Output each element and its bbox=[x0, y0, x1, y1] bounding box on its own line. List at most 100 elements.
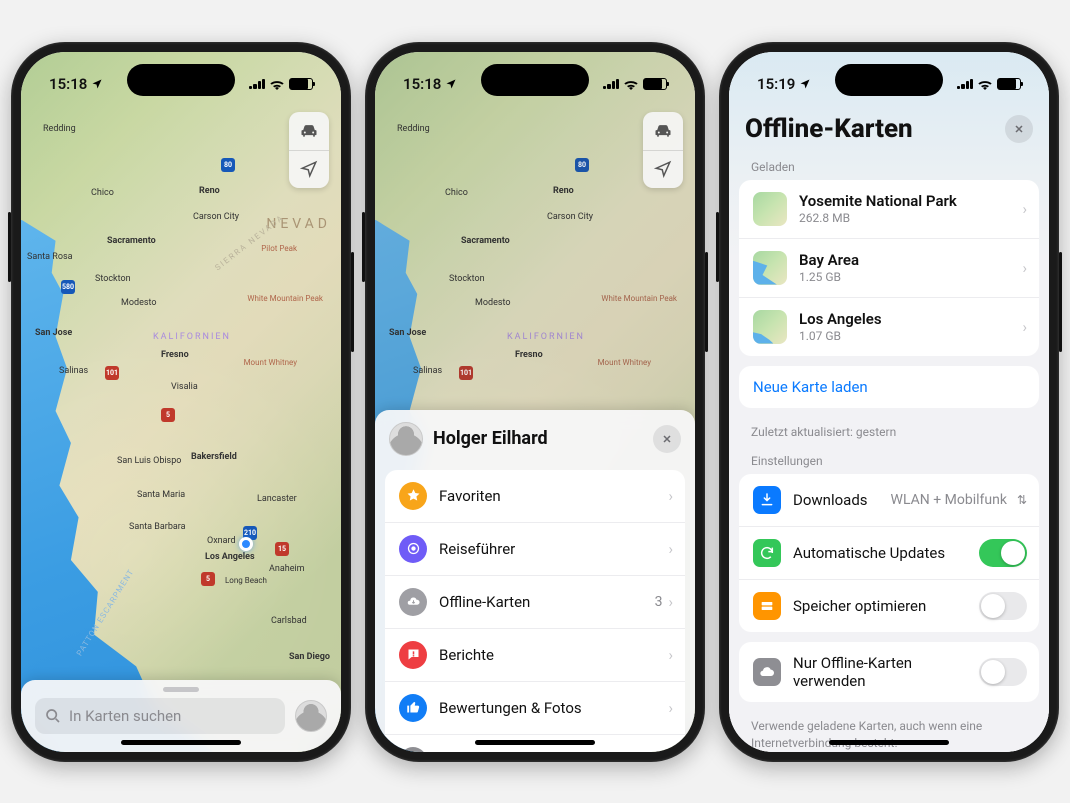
search-icon bbox=[45, 708, 61, 724]
car-icon bbox=[299, 121, 319, 141]
home-indicator[interactable] bbox=[121, 740, 241, 745]
close-button[interactable] bbox=[653, 425, 681, 453]
star-icon bbox=[399, 482, 427, 510]
wifi-icon bbox=[623, 78, 639, 90]
loaded-map-item[interactable]: Bay Area1.25 GB › bbox=[739, 238, 1039, 297]
menu-item-favorites[interactable]: Favoriten › bbox=[385, 470, 685, 522]
battery-icon bbox=[997, 78, 1021, 90]
page-title: Offline-Karten bbox=[745, 114, 1005, 144]
profile-avatar-button[interactable] bbox=[295, 700, 327, 732]
menu-item-ratings[interactable]: Bewertungen & Fotos › bbox=[385, 681, 685, 734]
city-label: San Jose bbox=[389, 328, 426, 338]
profile-sheet[interactable]: Holger Eilhard Favoriten › Reiseführer ›… bbox=[375, 410, 695, 752]
city-label: Reno bbox=[199, 186, 220, 196]
city-label: San Jose bbox=[35, 328, 72, 338]
toggle-offline-only[interactable] bbox=[979, 658, 1027, 686]
map-size: 262.8 MB bbox=[799, 211, 1022, 225]
guide-icon bbox=[399, 535, 427, 563]
search-placeholder: In Karten suchen bbox=[69, 707, 181, 725]
city-label: Redding bbox=[43, 124, 76, 134]
setting-optimize-storage[interactable]: Speicher optimieren bbox=[739, 579, 1039, 632]
locate-me-button[interactable] bbox=[643, 150, 683, 188]
city-label: Lancaster bbox=[257, 494, 297, 504]
chevron-right-icon: › bbox=[1022, 200, 1027, 218]
city-label: Salinas bbox=[59, 366, 88, 376]
menu-item-label: Offline-Karten bbox=[439, 593, 655, 611]
city-label: San Luis Obispo bbox=[117, 456, 181, 466]
peak-label: Mount Whitney bbox=[244, 358, 297, 367]
report-icon bbox=[399, 641, 427, 669]
city-label: Stockton bbox=[95, 274, 131, 284]
city-label: Modesto bbox=[475, 298, 510, 308]
menu-item-offline-maps[interactable]: Offline-Karten 3 › bbox=[385, 575, 685, 628]
map-thumbnail-icon bbox=[753, 192, 787, 226]
menu-item-reports[interactable]: Berichte › bbox=[385, 628, 685, 681]
loaded-maps-card: Yosemite National Park262.8 MB › Bay Are… bbox=[739, 180, 1039, 356]
city-label: Carlsbad bbox=[271, 616, 307, 626]
menu-item-label: Favoriten bbox=[439, 487, 668, 505]
setting-downloads[interactable]: Downloads WLAN + Mobilfunk ⇅ bbox=[739, 474, 1039, 526]
peak-label: Pilot Peak bbox=[261, 244, 297, 253]
region-kalifornien: KALIFORNIEN bbox=[153, 332, 231, 342]
city-label: Fresno bbox=[515, 350, 543, 360]
setting-label: Nur Offline-Karten verwenden bbox=[793, 654, 979, 690]
location-arrow-icon bbox=[300, 160, 318, 178]
map-name: Los Angeles bbox=[799, 310, 1022, 328]
thumb-up-icon bbox=[399, 694, 427, 722]
offline-sheet[interactable]: Offline-Karten Geladen Yosemite National… bbox=[729, 52, 1049, 752]
sheet-grabber[interactable] bbox=[163, 687, 199, 692]
home-indicator[interactable] bbox=[829, 740, 949, 745]
peak-label: Mount Whitney bbox=[598, 358, 651, 367]
toggle-optimize-storage[interactable] bbox=[979, 592, 1027, 620]
chevron-right-icon: › bbox=[1022, 318, 1027, 336]
peak-label: White Mountain Peak bbox=[601, 294, 677, 303]
gear-icon bbox=[399, 747, 427, 752]
chevron-right-icon: › bbox=[1022, 259, 1027, 277]
city-label: Sacramento bbox=[107, 236, 156, 246]
new-map-card: Neue Karte laden bbox=[739, 366, 1039, 408]
cellular-icon bbox=[603, 79, 619, 89]
map-size: 1.07 GB bbox=[799, 329, 1022, 343]
locate-me-button[interactable] bbox=[289, 150, 329, 188]
menu-item-guides[interactable]: Reiseführer › bbox=[385, 522, 685, 575]
dynamic-island bbox=[127, 64, 235, 96]
settings-card-2: Nur Offline-Karten verwenden bbox=[739, 642, 1039, 702]
location-services-icon bbox=[799, 78, 811, 90]
profile-name: Holger Eilhard bbox=[433, 428, 643, 449]
status-indicators bbox=[957, 78, 1021, 90]
chevron-right-icon: › bbox=[668, 699, 673, 717]
storage-icon bbox=[753, 592, 781, 620]
setting-offline-only[interactable]: Nur Offline-Karten verwenden bbox=[739, 642, 1039, 702]
city-label: Salinas bbox=[413, 366, 442, 376]
map-thumbnail-icon bbox=[753, 251, 787, 285]
toggle-auto-updates[interactable] bbox=[979, 539, 1027, 567]
city-label: Anaheim bbox=[269, 564, 305, 574]
map-controls bbox=[289, 112, 329, 188]
city-label: Fresno bbox=[161, 350, 189, 360]
loaded-map-item[interactable]: Los Angeles1.07 GB › bbox=[739, 297, 1039, 356]
last-updated-note: Zuletzt aktualisiert: gestern bbox=[729, 418, 1049, 445]
close-button[interactable] bbox=[1005, 115, 1033, 143]
city-label: Modesto bbox=[121, 298, 156, 308]
search-input[interactable]: In Karten suchen bbox=[35, 698, 285, 734]
setting-auto-updates[interactable]: Automatische Updates bbox=[739, 526, 1039, 579]
setting-label: Automatische Updates bbox=[793, 544, 979, 562]
wifi-icon bbox=[269, 78, 285, 90]
city-label: Oxnard bbox=[207, 536, 236, 546]
transport-mode-button[interactable] bbox=[643, 112, 683, 150]
home-indicator[interactable] bbox=[475, 740, 595, 745]
location-arrow-icon bbox=[654, 160, 672, 178]
loaded-map-item[interactable]: Yosemite National Park262.8 MB › bbox=[739, 180, 1039, 238]
city-label: Carson City bbox=[547, 212, 593, 222]
city-label: Reno bbox=[553, 186, 574, 196]
chevron-right-icon: › bbox=[668, 646, 673, 664]
section-loaded-title: Geladen bbox=[729, 150, 1049, 180]
phone-frame-1: 15:18 NEVAD KALIFORNIEN SIERRA NEVADA PA… bbox=[11, 42, 351, 762]
settings-card-1: Downloads WLAN + Mobilfunk ⇅ Automatisch… bbox=[739, 474, 1039, 632]
city-label: Chico bbox=[445, 188, 468, 198]
map-thumbnail-icon bbox=[753, 310, 787, 344]
map-size: 1.25 GB bbox=[799, 270, 1022, 284]
download-new-map-button[interactable]: Neue Karte laden bbox=[739, 366, 1039, 408]
menu-item-label: Berichte bbox=[439, 646, 668, 664]
transport-mode-button[interactable] bbox=[289, 112, 329, 150]
